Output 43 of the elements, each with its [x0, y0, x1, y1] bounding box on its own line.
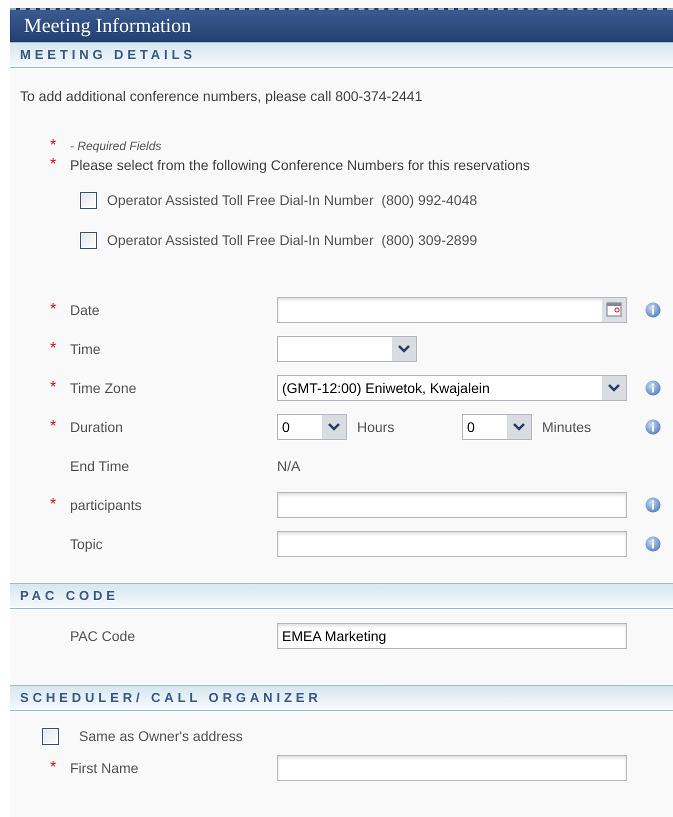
- required-asterisk: *: [50, 379, 56, 396]
- field-label: participants: [70, 496, 142, 512]
- date-field[interactable]: [277, 297, 627, 323]
- unit-label: Minutes: [542, 418, 592, 436]
- calendar-icon: [602, 298, 626, 322]
- text-field[interactable]: [277, 531, 627, 557]
- checkbox-label: Same as Owner's address: [79, 726, 243, 746]
- required-asterisk: *: [50, 156, 56, 173]
- dropdown[interactable]: 0: [462, 414, 532, 440]
- checkbox[interactable]: [42, 728, 59, 744]
- field-label: Duration: [70, 418, 123, 434]
- field-label: Time: [70, 340, 101, 356]
- required-asterisk: *: [50, 418, 56, 435]
- required-asterisk: *: [50, 496, 56, 513]
- text-field[interactable]: EMEA Marketing: [277, 623, 627, 649]
- section-title: PAC CODE: [20, 587, 119, 606]
- window-title: Meeting Information: [24, 14, 192, 39]
- dropdown[interactable]: (GMT-12:00) Eniwetok, Kwajalein: [277, 375, 627, 401]
- field-label: PAC Code: [70, 628, 136, 644]
- text-field[interactable]: [277, 492, 627, 518]
- checkbox[interactable]: [80, 192, 97, 208]
- checkbox[interactable]: [80, 232, 97, 248]
- unit-label: Hours: [357, 418, 396, 436]
- required-asterisk: *: [50, 759, 56, 776]
- info-text: To add additional conference numbers, please call 800-374-2441: [20, 87, 424, 106]
- required-asterisk: *: [50, 137, 56, 154]
- dropdown[interactable]: 0: [277, 414, 347, 440]
- field-label: Time Zone: [70, 380, 136, 396]
- required-asterisk: *: [50, 340, 56, 357]
- checkbox-label: Operator Assisted Toll Free Dial-In Number (800) 992-4048: [107, 190, 478, 210]
- checkbox-label: Operator Assisted Toll Free Dial-In Number (800) 309-2899: [107, 230, 478, 250]
- section-title: MEETING DETAILS: [20, 46, 196, 64]
- instruction-text: Please select from the following Conference Numbers for this reservations: [70, 156, 530, 175]
- dropdown[interactable]: [277, 336, 417, 362]
- section-title: SCHEDULER/ CALL ORGANIZER: [20, 689, 322, 708]
- required-legend: - Required Fields: [70, 137, 162, 155]
- field-label: Date: [70, 302, 100, 318]
- field-label: End Time: [70, 458, 130, 474]
- field-label: Topic: [70, 536, 103, 552]
- field-value: N/A: [277, 456, 300, 476]
- text-field[interactable]: [277, 755, 627, 781]
- required-asterisk: *: [50, 301, 56, 318]
- field-label: First Name: [70, 760, 138, 776]
